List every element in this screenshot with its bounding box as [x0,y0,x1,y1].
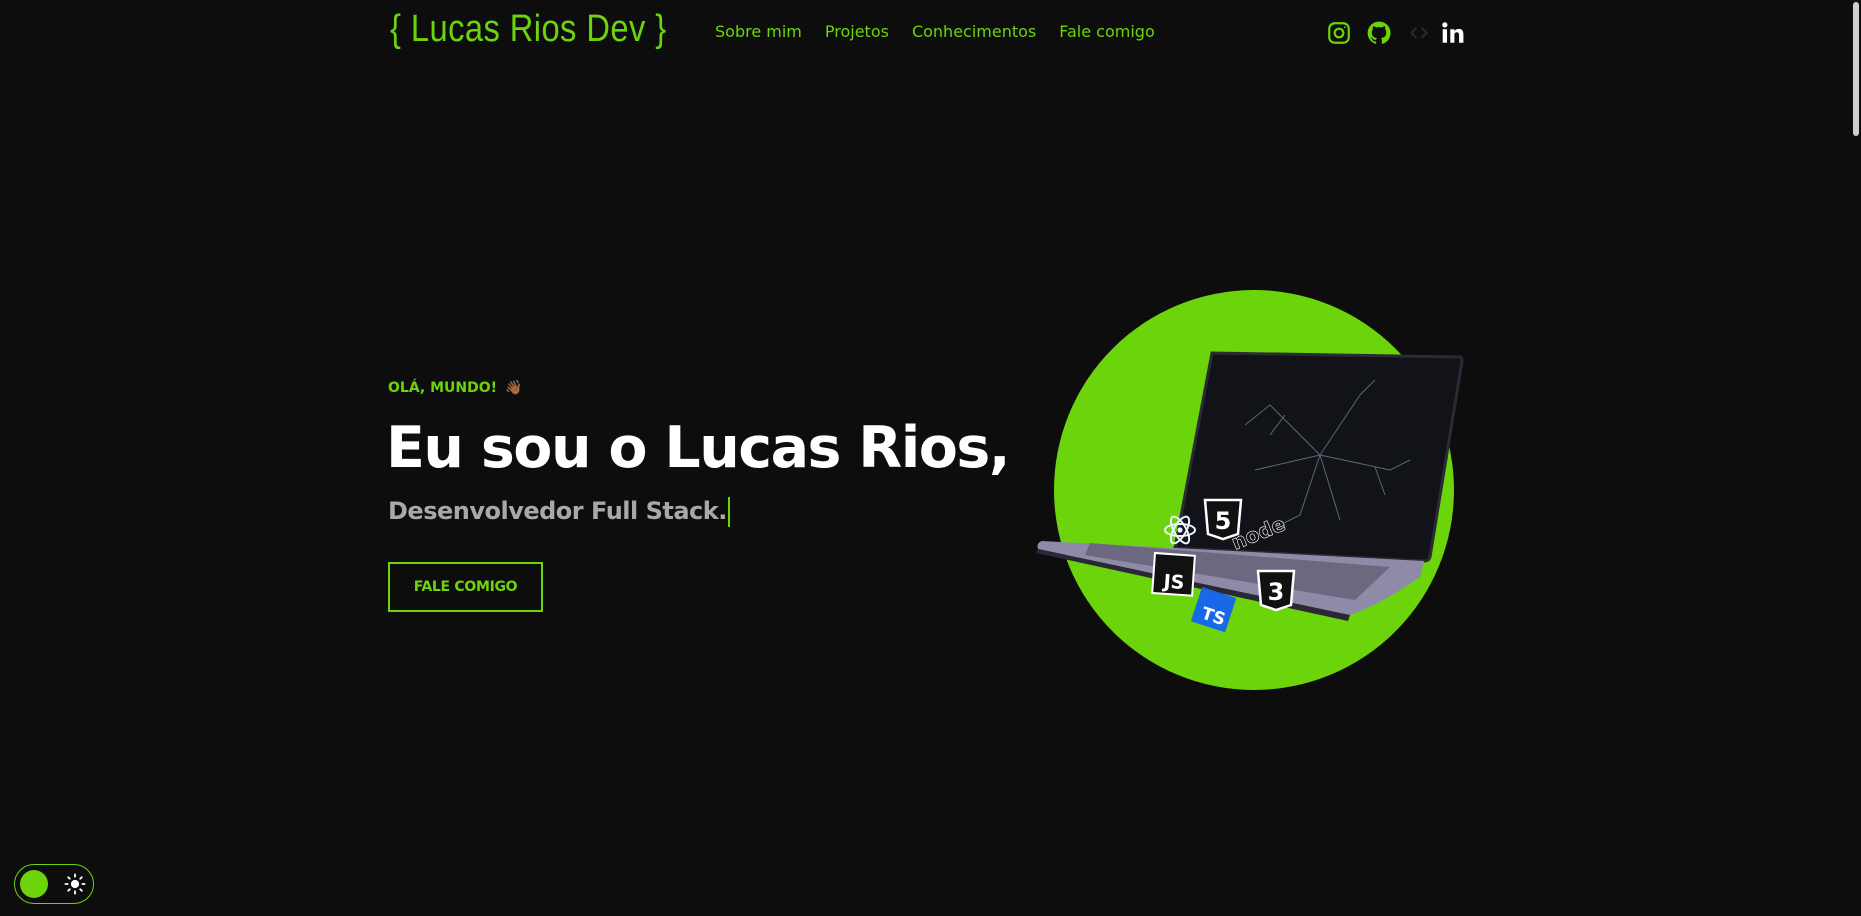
theme-toggle[interactable] [14,864,94,904]
site-logo[interactable]: { Lucas Rios Dev } [390,8,667,51]
typing-caret [727,497,730,527]
sun-icon [64,873,86,895]
nav-item-fale-comigo[interactable]: Fale comigo [1059,20,1154,44]
hero-subtitle-text: Desenvolvedor Full Stack. [388,497,727,525]
site-header: { Lucas Rios Dev } Sobre mim Projetos Co… [0,0,1861,66]
svg-text:5: 5 [1215,507,1232,535]
hero-subtitle: Desenvolvedor Full Stack. [388,494,730,528]
nav-item-projetos[interactable]: Projetos [825,20,889,44]
linkedin-icon[interactable] [1440,20,1466,46]
fale-comigo-button[interactable]: FALE COMIGO [388,562,543,612]
instagram-icon[interactable] [1326,20,1352,46]
hero-illustration: 5 node JS 3 TS [1030,285,1470,705]
greeting-text: OLÁ, MUNDO! [388,380,498,396]
greeting: OLÁ, MUNDO! 👋🏾 [388,380,522,396]
css3-icon: 3 [1256,569,1296,612]
wave-emoji: 👋🏾 [505,380,523,396]
nav-item-conhecimentos[interactable]: Conhecimentos [912,20,1036,44]
javascript-icon: JS [1151,551,1196,597]
github-icon[interactable] [1366,20,1392,46]
nav-item-sobre-mim[interactable]: Sobre mim [715,20,802,44]
hero-title: Eu sou o Lucas Rios, [386,415,1010,481]
svg-text:3: 3 [1268,578,1285,606]
toggle-knob [20,870,48,898]
main-nav: Sobre mim Projetos Conhecimentos Fale co… [715,20,1178,44]
svg-text:JS: JS [1161,571,1185,595]
page-scrollbar[interactable] [1851,0,1861,916]
code-icon[interactable] [1406,20,1432,46]
scrollbar-thumb[interactable] [1853,2,1859,136]
